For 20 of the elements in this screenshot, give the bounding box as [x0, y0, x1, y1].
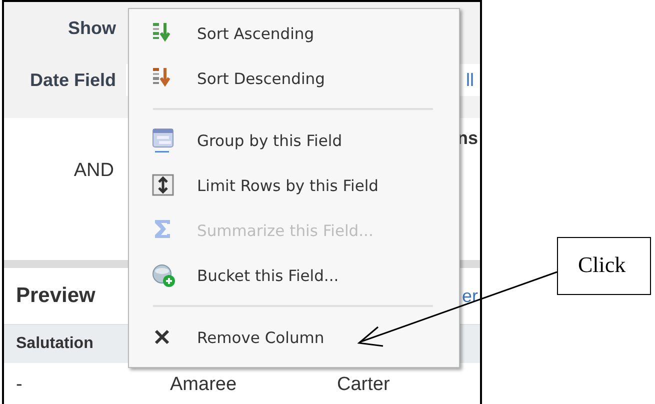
column-header: Salutation [16, 335, 94, 353]
filter-label: Show [67, 18, 116, 38]
logic-operator: AND [72, 159, 114, 183]
table-cell-text: - [16, 374, 24, 396]
callout-label: Click [557, 237, 651, 295]
menu-item[interactable]: Sort Ascending [129, 11, 459, 56]
link-text[interactable]: ll [466, 70, 474, 90]
filter-label: Date Field [28, 70, 116, 90]
preview-title: Preview [16, 284, 96, 308]
limit-rows-icon [151, 172, 175, 198]
menu-item[interactable]: Limit Rows by this Field [129, 163, 459, 208]
menu-item[interactable]: Sort Descending [129, 56, 459, 101]
menu-item[interactable]: Remove Column [129, 315, 459, 360]
bucket-icon [151, 262, 175, 288]
group-icon [151, 128, 175, 154]
menu-item[interactable]: Group by this Field [129, 118, 459, 163]
table-cell: Carter [337, 374, 390, 396]
preview-link[interactable]: er [462, 286, 478, 306]
table-cell-text: Amaree [170, 374, 238, 396]
menu-item[interactable]: Bucket this Field... [129, 253, 459, 298]
